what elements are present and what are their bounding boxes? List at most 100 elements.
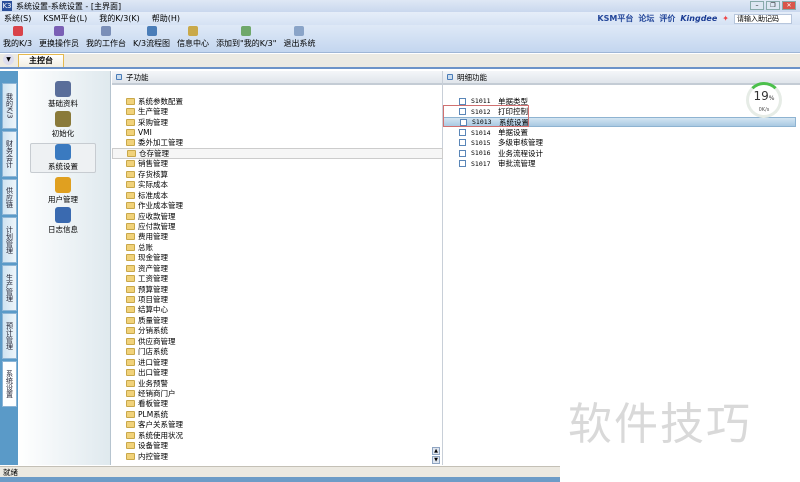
folder-item[interactable]: 销售管理 (112, 159, 443, 169)
folder-item[interactable]: 应付款管理 (112, 221, 443, 231)
folder-item[interactable]: 设备管理 (112, 440, 443, 450)
folder-item[interactable]: 资产管理 (112, 263, 443, 273)
folder-item[interactable]: 作业成本管理 (112, 200, 443, 210)
vertical-tab-5[interactable]: 预计管理 (2, 313, 17, 359)
folder-item[interactable]: 采购管理 (112, 117, 443, 127)
gauge-unit: % (768, 95, 775, 102)
menu-my-k3[interactable]: 我的K/3(K) (99, 13, 140, 24)
document-icon (459, 160, 466, 168)
module-item-0[interactable]: 基础资料 (30, 81, 96, 109)
folder-item[interactable]: 看板管理 (112, 399, 443, 409)
toolbar-button-5[interactable]: 添加到"我的K/3" (216, 26, 276, 49)
folder-item[interactable]: 应收款管理 (112, 211, 443, 221)
folder-item[interactable]: 供应商管理 (112, 336, 443, 346)
detail-item[interactable]: S1017 审批流管理 (443, 159, 800, 169)
folder-item[interactable]: 标准成本 (112, 190, 443, 200)
mnemonic-search-input[interactable]: 请输入助记码 (734, 13, 792, 24)
folder-item[interactable]: 预算管理 (112, 284, 443, 294)
detail-code: S1017 (471, 159, 491, 168)
folder-item[interactable]: 质量管理 (112, 315, 443, 325)
folder-item[interactable]: 门店系统 (112, 347, 443, 357)
toolbar-button-4[interactable]: 信息中心 (177, 26, 209, 49)
vertical-tab-2[interactable]: 供应链 (2, 179, 17, 215)
module-item-2[interactable]: 系统设置 (30, 143, 96, 173)
module-item-3[interactable]: 用户管理 (30, 177, 96, 205)
folder-item[interactable]: VMI (112, 127, 443, 137)
folder-item[interactable]: 进口管理 (112, 357, 443, 367)
folder-icon (126, 327, 135, 335)
folder-icon (127, 149, 136, 157)
folder-item[interactable]: 生产管理 (112, 106, 443, 116)
folder-item[interactable]: 存货核算 (112, 169, 443, 179)
toolbar-button-3[interactable]: K/3流程图 (133, 26, 170, 49)
folder-item[interactable]: 分销系统 (112, 326, 443, 336)
detail-item[interactable]: S1016 业务流程设计 (443, 148, 800, 158)
folder-item[interactable]: 委外加工管理 (112, 138, 443, 148)
toolbar-button-2[interactable]: 我的工作台 (86, 26, 126, 49)
folder-icon (126, 358, 135, 366)
tab-main-console[interactable]: 主控台 (18, 54, 64, 67)
folder-item[interactable]: 客户关系管理 (112, 420, 443, 430)
folder-item[interactable]: 仓存管理 (112, 148, 443, 159)
menu-help[interactable]: 帮助(H) (152, 13, 180, 24)
folder-item[interactable]: 出口管理 (112, 367, 443, 377)
folder-item[interactable]: 结算中心 (112, 305, 443, 315)
folder-item[interactable]: 实际成本 (112, 180, 443, 190)
toolbar-button-0[interactable]: 我的K/3 (3, 26, 32, 49)
folder-item[interactable]: 总账 (112, 242, 443, 252)
toolbar-button-1[interactable]: 更换操作员 (39, 26, 79, 49)
folder-item[interactable]: PLM系统 (112, 409, 443, 419)
window-title: 系统设置-系统设置 - [主界面] (16, 1, 122, 11)
folder-icon (126, 452, 135, 460)
folder-item[interactable]: 业务预警 (112, 378, 443, 388)
folder-icon (126, 275, 135, 283)
module-item-4[interactable]: 日志信息 (30, 207, 96, 235)
link-forum[interactable]: 论坛 (638, 13, 654, 24)
module-icon (55, 81, 71, 97)
folder-label: 存货核算 (138, 169, 168, 179)
toolbar-button-6[interactable]: 退出系统 (283, 26, 315, 49)
vertical-tab-3[interactable]: 计划管理 (2, 217, 17, 263)
menu-system[interactable]: 系统(S) (4, 13, 31, 24)
folder-item[interactable]: 工资管理 (112, 273, 443, 283)
collapse-icon[interactable] (447, 74, 453, 80)
scroll-down-button[interactable]: ▼ (432, 456, 440, 464)
folder-item[interactable]: 系统参数配置 (112, 96, 443, 106)
folder-label: 经销商门户 (138, 388, 176, 398)
detail-item[interactable]: S1014 单据设置 (443, 127, 800, 137)
folder-icon (126, 316, 135, 324)
folder-label: 现金管理 (138, 253, 168, 263)
folder-label: 作业成本管理 (138, 201, 183, 211)
link-rate[interactable]: 评价 (659, 13, 675, 24)
folder-icon (126, 348, 135, 356)
maximize-button[interactable]: ❐ (766, 1, 780, 10)
toolbar-label: 退出系统 (283, 39, 316, 48)
panel-title: 子功能 (126, 72, 149, 82)
detail-label: 多级审核管理 (498, 138, 543, 148)
folder-item[interactable]: 费用管理 (112, 232, 443, 242)
folder-item[interactable]: 项目管理 (112, 294, 443, 304)
module-label: 基础资料 (48, 99, 78, 108)
tab-dropdown-icon[interactable]: ▼ (3, 54, 14, 65)
scroll-up-button[interactable]: ▲ (432, 447, 440, 455)
folder-item[interactable]: 现金管理 (112, 253, 443, 263)
folder-item[interactable]: 系统使用状况 (112, 430, 443, 440)
vertical-tab-6[interactable]: 系统设置 (2, 361, 17, 407)
close-button[interactable]: ✕ (782, 1, 796, 10)
module-item-1[interactable]: 初始化 (30, 111, 96, 139)
vertical-tab-1[interactable]: 财务会计 (2, 131, 17, 177)
collapse-icon[interactable] (116, 74, 122, 80)
folder-icon (126, 108, 135, 116)
kingdee-logo[interactable]: Kingdee (680, 14, 717, 23)
minimize-button[interactable]: – (750, 1, 764, 10)
folder-item[interactable]: 经销商门户 (112, 388, 443, 398)
folder-item[interactable]: 内控管理 (112, 451, 443, 461)
link-ksm[interactable]: KSM平台 (597, 13, 633, 24)
vertical-tab-4[interactable]: 生产管理 (2, 265, 17, 311)
toolbar-label: K/3流程图 (133, 39, 171, 48)
menu-ksm[interactable]: KSM平台(L) (43, 13, 87, 24)
detail-item[interactable]: S1015 多级审核管理 (443, 138, 800, 148)
folder-label: 供应商管理 (138, 336, 176, 346)
folder-label: 仓存管理 (139, 148, 169, 158)
vertical-tab-0[interactable]: 我的K/3 (2, 83, 17, 129)
